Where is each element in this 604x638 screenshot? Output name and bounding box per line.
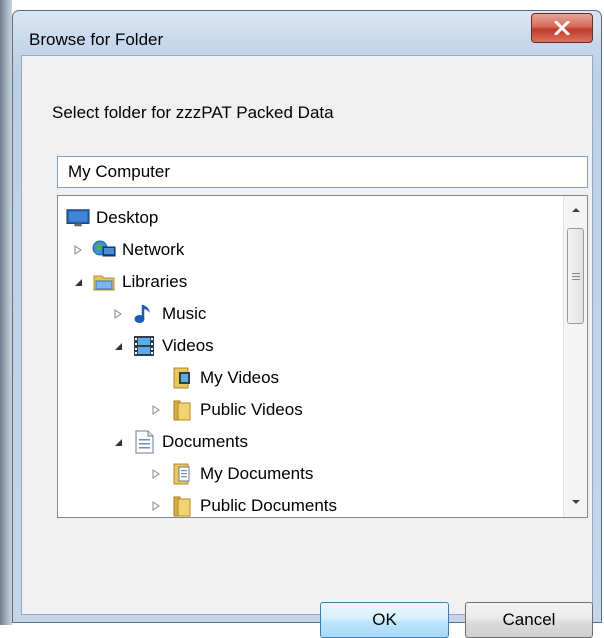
- title-bar[interactable]: Browse for Folder: [13, 11, 601, 55]
- tree-item-videos[interactable]: Videos: [110, 331, 214, 361]
- tree-item-label: Desktop: [96, 208, 159, 227]
- tree-item-my-documents[interactable]: My Documents: [148, 459, 313, 489]
- scroll-down-icon: [571, 500, 580, 504]
- tree-item-label: Videos: [162, 336, 214, 355]
- folder-documents-icon: [170, 462, 194, 486]
- folder-icon: [170, 494, 194, 517]
- desktop-icon: [66, 206, 90, 230]
- collapse-arrow-icon[interactable]: [110, 434, 126, 450]
- dialog-body: Select folder for zzzPAT Packed Data Des…: [21, 55, 593, 638]
- scroll-up-icon: [571, 208, 580, 212]
- tree-item-my-videos[interactable]: My Videos: [170, 363, 279, 393]
- tree-item-public-documents[interactable]: Public Documents: [148, 491, 338, 517]
- desktop-background: [0, 0, 12, 625]
- dialog-title: Browse for Folder: [29, 30, 164, 49]
- browse-folder-dialog: Browse for Folder Select folder for zzzP…: [12, 10, 602, 638]
- tree-item-documents[interactable]: Documents: [110, 427, 248, 457]
- tree-item-libraries[interactable]: Libraries: [70, 267, 187, 297]
- tree-item-label: Music: [162, 304, 207, 323]
- expand-arrow-icon[interactable]: [148, 466, 164, 482]
- tree-scrollbar[interactable]: [563, 196, 587, 517]
- dialog-description: Select folder for zzzPAT Packed Data: [52, 103, 334, 122]
- tree-item-label: Public Documents: [200, 496, 338, 515]
- collapse-arrow-icon[interactable]: [70, 274, 86, 290]
- scroll-thumb[interactable]: [567, 228, 584, 324]
- documents-icon: [132, 430, 156, 454]
- folder-videos-icon: [170, 366, 194, 390]
- tree-item-desktop[interactable]: Desktop: [66, 203, 158, 233]
- scroll-down-button[interactable]: [564, 490, 587, 514]
- tree-item-label: My Documents: [200, 464, 314, 483]
- tree-item-music[interactable]: Music: [110, 299, 206, 329]
- expand-arrow-icon[interactable]: [148, 498, 164, 514]
- music-icon: [132, 302, 156, 326]
- expand-arrow-icon[interactable]: [70, 242, 86, 258]
- folder-icon: [170, 398, 194, 422]
- cancel-button[interactable]: Cancel: [465, 602, 593, 638]
- ok-button[interactable]: OK: [320, 602, 449, 638]
- tree-item-network[interactable]: Network: [70, 235, 184, 265]
- tree-item-label: My Videos: [200, 368, 280, 387]
- tree-item-label: Network: [122, 240, 185, 259]
- collapse-arrow-icon[interactable]: [110, 338, 126, 354]
- expand-arrow-icon[interactable]: [110, 306, 126, 322]
- network-icon: [92, 238, 116, 262]
- libraries-icon: [92, 270, 116, 294]
- expand-arrow-icon[interactable]: [148, 402, 164, 418]
- videos-icon: [132, 334, 156, 358]
- scroll-up-button[interactable]: [564, 198, 587, 222]
- tree-item-label: Documents: [162, 432, 248, 451]
- grip-icon: [571, 273, 580, 280]
- folder-tree[interactable]: Desktop Network Libraries Music Videos M…: [57, 195, 588, 518]
- folder-path-input[interactable]: [57, 156, 588, 188]
- tree-item-label: Libraries: [122, 272, 188, 291]
- close-button[interactable]: [531, 13, 593, 43]
- close-icon: [554, 21, 570, 35]
- tree-item-public-videos[interactable]: Public Videos: [148, 395, 303, 425]
- tree-item-label: Public Videos: [200, 400, 303, 419]
